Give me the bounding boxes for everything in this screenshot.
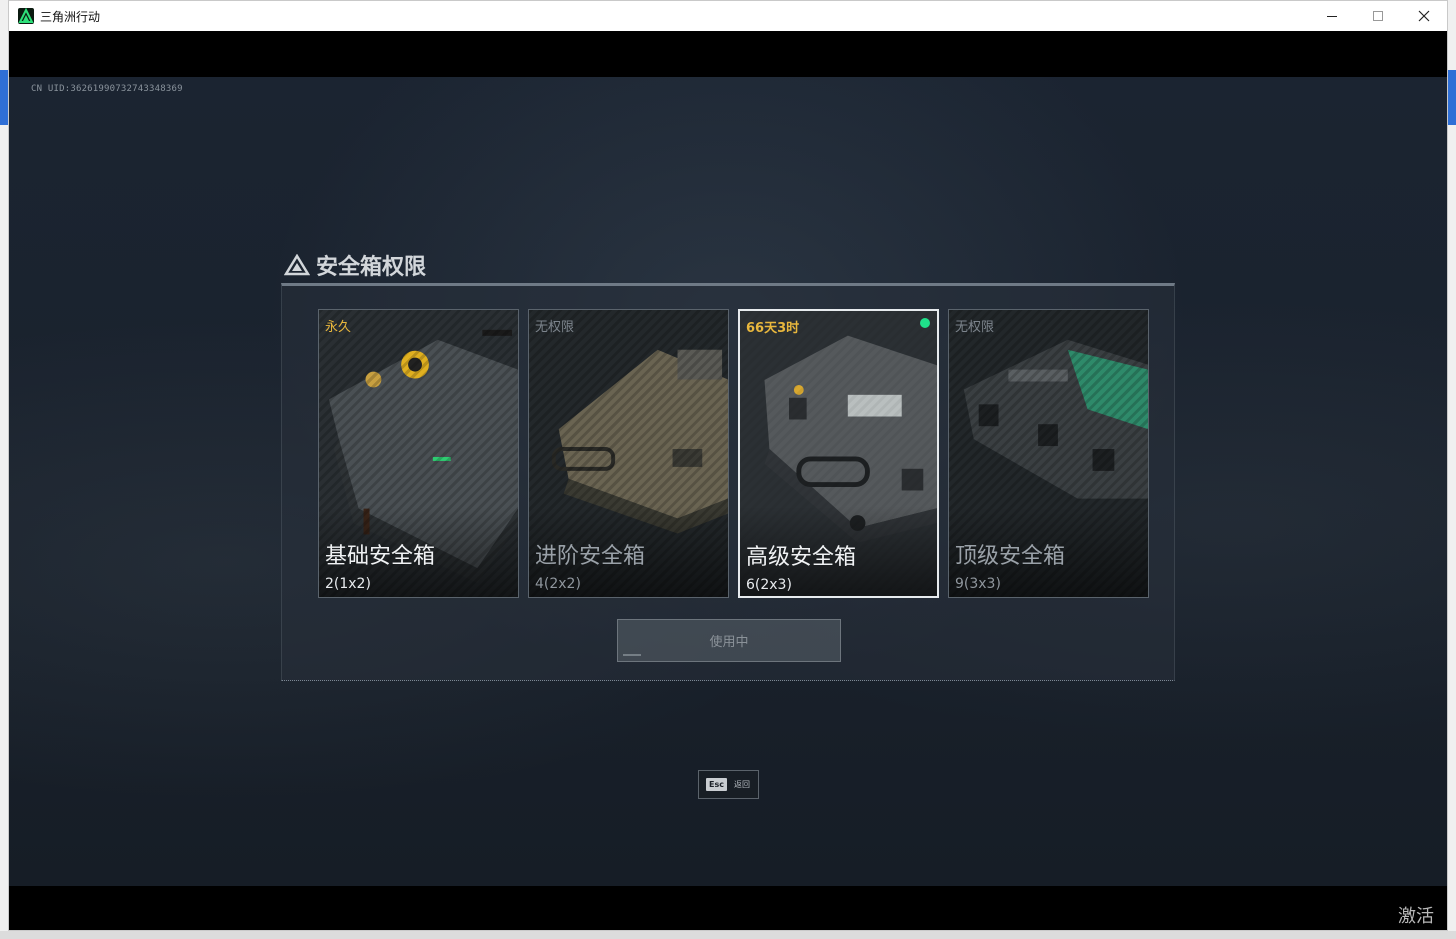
button-corner-mark [623, 654, 641, 656]
desktop-blue-strip-right [1448, 70, 1456, 125]
safebox-card-basic[interactable]: 永久 基础安全箱 2(1x2) [318, 309, 519, 598]
in-use-button[interactable]: 使用中 [617, 619, 841, 662]
back-label: 返回 [733, 780, 750, 789]
card-size: 6(2x3) [746, 577, 792, 593]
letterbox-bottom [9, 886, 1447, 930]
card-status: 永久 [325, 320, 352, 335]
desktop-bottom-edge [0, 931, 1456, 939]
close-icon [1418, 10, 1430, 22]
card-status: 无权限 [955, 320, 995, 335]
back-hint-button[interactable]: Esc 返回 [698, 770, 759, 799]
card-name: 高级安全箱 [746, 545, 857, 570]
esc-key-icon: Esc [706, 778, 727, 791]
safebox-panel: 永久 基础安全箱 2(1x2) 无权限 进阶安全箱 4(2x2) 66天3时 高… [281, 283, 1175, 681]
maximize-button[interactable] [1355, 1, 1401, 31]
in-use-button-label: 使用中 [709, 635, 749, 650]
player-uid: CN UID:3626199073274334836​9 [31, 84, 183, 94]
card-name: 基础安全箱 [325, 544, 436, 569]
safebox-card-premium[interactable]: 66天3时 高级安全箱 6(2x3) [738, 309, 939, 598]
safebox-card-advanced[interactable]: 无权限 进阶安全箱 4(2x2) [528, 309, 729, 598]
game-window: 三角洲行动 CN UID:3626199073274334836​9 安全箱权限 [8, 0, 1448, 931]
card-status: 66天3时 [746, 321, 800, 336]
active-indicator-icon [920, 318, 930, 328]
minimize-icon [1327, 15, 1337, 17]
close-button[interactable] [1401, 1, 1447, 31]
desktop-left-edge [0, 0, 8, 939]
card-size: 9(3x3) [955, 576, 1001, 592]
window-controls [1309, 1, 1447, 31]
card-name: 顶级安全箱 [955, 544, 1066, 569]
desktop-right-edge [1448, 0, 1456, 939]
app-logo-icon [18, 8, 34, 24]
minimize-button[interactable] [1309, 1, 1355, 31]
safebox-card-top[interactable]: 无权限 顶级安全箱 9(3x3) [948, 309, 1149, 598]
safebox-card-list: 永久 基础安全箱 2(1x2) 无权限 进阶安全箱 4(2x2) 66天3时 高… [318, 309, 1149, 598]
game-viewport: CN UID:3626199073274334836​9 安全箱权限 [9, 77, 1447, 886]
card-name: 进阶安全箱 [535, 544, 646, 569]
letterbox-top [9, 31, 1447, 77]
window-titlebar[interactable]: 三角洲行动 [9, 1, 1447, 31]
panel-title-text: 安全箱权限 [316, 255, 427, 280]
card-status: 无权限 [535, 320, 575, 335]
panel-title: 安全箱权限 [284, 249, 426, 281]
maximize-icon [1373, 11, 1383, 21]
card-size: 2(1x2) [325, 576, 371, 592]
warning-triangle-icon [284, 254, 310, 276]
card-size: 4(2x2) [535, 576, 581, 592]
activation-watermark: 激活 [1398, 906, 1434, 927]
desktop-blue-strip [0, 70, 8, 125]
window-title: 三角洲行动 [40, 9, 101, 24]
